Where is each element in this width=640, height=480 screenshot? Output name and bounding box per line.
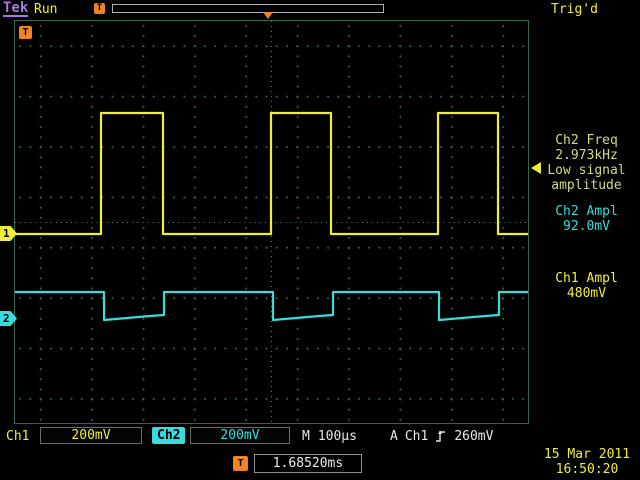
measurement-line: 2.973kHz [533, 148, 640, 163]
timebase-readout: M 100µs [302, 429, 365, 444]
ch1-scale-value: 200mV [40, 427, 142, 444]
measurement-ch2-freq: Ch2 Freq 2.973kHz Low signal amplitude [533, 133, 640, 193]
record-view-bar [112, 4, 384, 13]
date-value: 15 Mar 2011 [534, 447, 640, 462]
delay-time-readout: 1.68520ms [254, 454, 362, 473]
trigger-t-icon: T [94, 3, 105, 14]
trigger-source: Ch1 [405, 429, 428, 444]
waveform-canvas [15, 21, 528, 423]
measurement-ch1-ampl: Ch1 Ampl 480mV [533, 271, 640, 301]
measurement-line: Ch2 Ampl [533, 204, 640, 219]
measurement-line: Ch1 Ampl [533, 271, 640, 286]
ch2-scale-value: 200mV [190, 427, 290, 444]
acquisition-status: Run [34, 2, 57, 17]
trigger-status: Trig'd [551, 2, 598, 17]
ch1-scale-label: Ch1 [6, 429, 29, 444]
measurement-line: Low signal [533, 163, 640, 178]
oscilloscope-screen: Tek Run T Trig'd T 1 2 Ch2 Freq 2.973kHz… [0, 0, 640, 480]
timebase-label: M [302, 429, 310, 444]
ch1-trace [15, 113, 528, 234]
measurement-ch2-ampl: Ch2 Ampl 92.0mV [533, 204, 640, 234]
time-value: 16:50:20 [534, 462, 640, 477]
measurement-line: 480mV [533, 286, 640, 301]
trigger-mode-label: A [390, 429, 398, 444]
ch2-scale-label: Ch2 [152, 427, 185, 444]
trigger-readout: A Ch1 260mV [390, 429, 500, 445]
timebase-value: 100µs [318, 429, 357, 444]
delay-t-icon: T [233, 456, 248, 471]
trigger-position-arrow-icon [263, 12, 273, 19]
measurement-line: 92.0mV [533, 219, 640, 234]
measurement-line: Ch2 Freq [533, 133, 640, 148]
measurement-line: amplitude [533, 178, 640, 193]
graticule-trigger-t-icon: T [19, 26, 32, 39]
datetime-readout: 15 Mar 2011 16:50:20 [534, 447, 640, 477]
graticule: T [14, 20, 529, 424]
tek-logo: Tek [3, 1, 28, 17]
rising-edge-icon [435, 430, 447, 445]
trigger-level-value: 260mV [454, 429, 493, 444]
ch2-trace [15, 292, 528, 320]
